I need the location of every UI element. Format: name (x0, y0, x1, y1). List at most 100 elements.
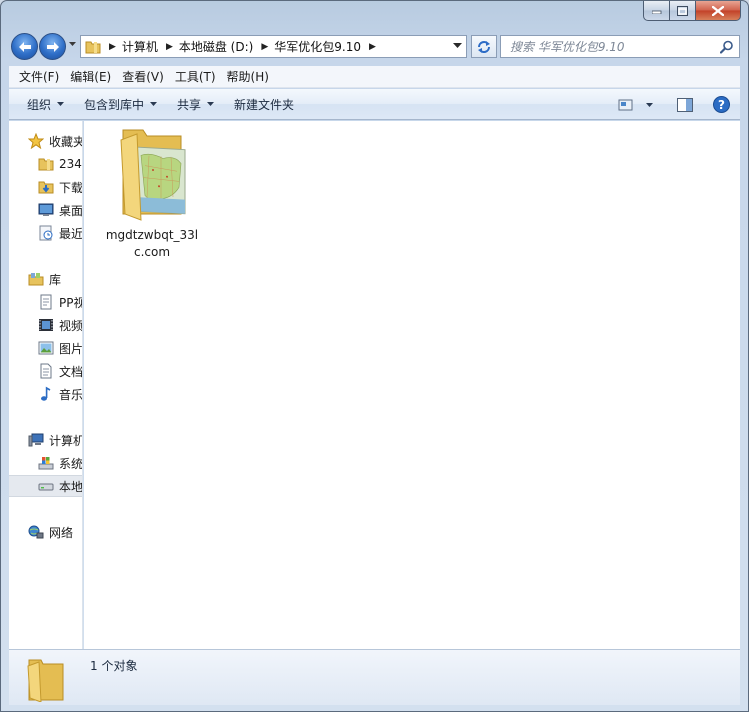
close-button[interactable] (696, 1, 741, 21)
nav-favorite-downloads[interactable]: 下载 (9, 176, 83, 198)
recent-places-icon (39, 225, 53, 241)
nav-favorite-234[interactable]: 234 (9, 153, 82, 175)
command-bar: 组织 包含到库中 共享 新建文件夹 ? (9, 89, 740, 120)
nav-label: 文档 (59, 364, 83, 379)
maximize-button[interactable] (670, 1, 696, 21)
minimize-button[interactable] (643, 1, 670, 21)
nav-label: 下载 (59, 180, 83, 195)
music-note-icon (41, 386, 51, 401)
file-item[interactable]: mgdtzwbqt_33lc.com (102, 124, 202, 261)
arrow-left-icon (18, 41, 31, 52)
library-icon (28, 273, 44, 286)
nav-library-pp[interactable]: PP视 (9, 291, 82, 313)
menu-view[interactable]: 查看(V) (117, 68, 169, 85)
minimize-icon (651, 10, 661, 14)
maximize-icon (677, 5, 688, 16)
picture-library-icon (38, 341, 54, 355)
star-icon (28, 133, 44, 149)
breadcrumb-drive-d[interactable]: ▶ 本地磁盘 (D:) (158, 38, 253, 55)
explorer-window: ▶ 计算机 ▶ 本地磁盘 (D:) ▶ 华军优化包9.10 ▶ 搜索 华军优化包… (0, 0, 749, 712)
search-box[interactable]: 搜索 华军优化包9.10 (500, 35, 740, 58)
arrow-right-icon (46, 41, 59, 52)
nav-label: 网络 (49, 525, 74, 540)
nav-label: 音乐 (59, 387, 83, 402)
recent-pages-dropdown-icon[interactable] (69, 42, 76, 47)
refresh-icon (478, 40, 490, 53)
nav-label: 计算机 (49, 433, 83, 448)
nav-favorite-desktop[interactable]: 桌面 (9, 199, 83, 221)
chevron-right-icon[interactable]: ▶ (166, 42, 173, 52)
search-input[interactable]: 搜索 华军优化包9.10 (510, 38, 625, 55)
nav-libraries[interactable]: 库 (9, 268, 82, 290)
menu-bar: 文件(F) 编辑(E) 查看(V) 工具(T) 帮助(H) (9, 66, 740, 88)
new-folder-button[interactable]: 新建文件夹 (224, 89, 304, 119)
file-list: mgdtzwbqt_33lc.com (84, 121, 740, 649)
navigation-pane: 收藏夹 234 下载 桌面 最近 库 PP视 视频 图片 文档 音乐 计算机 系… (9, 121, 83, 649)
nav-library-documents[interactable]: 文档 (9, 360, 83, 382)
computer-icon (28, 433, 44, 447)
file-name-label[interactable]: mgdtzwbqt_33lc.com (102, 227, 202, 261)
view-icon (618, 99, 633, 110)
forward-button[interactable] (39, 33, 66, 60)
video-library-icon (39, 319, 53, 331)
folder-icon (27, 659, 64, 702)
nav-label: 系统 (59, 456, 83, 471)
nav-favorites[interactable]: 收藏夹 (9, 130, 83, 152)
back-button[interactable] (11, 33, 38, 60)
nav-label: 桌面 (59, 203, 83, 218)
breadcrumb-current-folder[interactable]: ▶ 华军优化包9.10 ▶ (253, 38, 382, 55)
preview-pane-icon (677, 97, 693, 112)
folder-icon (85, 41, 101, 53)
preview-pane-button[interactable] (677, 97, 693, 112)
nav-library-videos[interactable]: 视频 (9, 314, 82, 336)
nav-library-music[interactable]: 音乐 (9, 383, 83, 405)
organize-label: 组织 (27, 97, 52, 112)
organize-button[interactable]: 组织 (9, 89, 74, 119)
details-pane: 1 个对象 (9, 649, 740, 705)
nav-favorite-recent[interactable]: 最近 (9, 222, 83, 244)
breadcrumb-label[interactable]: 本地磁盘 (D:) (179, 38, 253, 55)
network-icon (28, 525, 44, 539)
menu-edit[interactable]: 编辑(E) (65, 68, 116, 85)
refresh-button[interactable] (471, 35, 497, 58)
download-folder-icon (38, 181, 54, 194)
map-folder-icon (120, 129, 186, 221)
address-history-dropdown-icon[interactable] (453, 43, 462, 49)
include-in-library-label: 包含到库中 (84, 97, 145, 112)
include-in-library-button[interactable]: 包含到库中 (74, 89, 167, 119)
nav-label: 最近 (59, 226, 83, 241)
menu-tools[interactable]: 工具(T) (170, 68, 221, 85)
nav-computer-local-disk-d[interactable]: 本地 (9, 475, 82, 497)
nav-computer-system-drive[interactable]: 系统 (9, 452, 83, 474)
svg-text:?: ? (718, 98, 725, 112)
document-library-icon (40, 294, 52, 310)
address-bar[interactable]: ▶ 计算机 ▶ 本地磁盘 (D:) ▶ 华军优化包9.10 ▶ (80, 35, 467, 58)
hard-drive-icon (38, 483, 54, 491)
folder-icon (38, 158, 54, 171)
chevron-down-icon (57, 102, 65, 106)
menu-help[interactable]: 帮助(H) (222, 68, 274, 85)
chevron-right-icon[interactable]: ▶ (109, 42, 116, 52)
close-icon (712, 5, 724, 16)
search-icon[interactable] (720, 40, 734, 54)
breadcrumb-label[interactable]: 计算机 (122, 38, 158, 55)
share-label: 共享 (177, 97, 202, 112)
address-row: ▶ 计算机 ▶ 本地磁盘 (D:) ▶ 华军优化包9.10 ▶ 搜索 华军优化包… (9, 32, 740, 62)
chevron-right-icon[interactable]: ▶ (261, 42, 268, 52)
chevron-right-icon[interactable]: ▶ (369, 42, 376, 52)
breadcrumb-label[interactable]: 华军优化包9.10 (274, 38, 361, 55)
breadcrumb-computer[interactable]: ▶ 计算机 (101, 38, 158, 55)
share-button[interactable]: 共享 (167, 89, 224, 119)
nav-computer[interactable]: 计算机 (9, 429, 83, 451)
item-count: 1 个对象 (90, 659, 138, 673)
nav-label: 库 (49, 272, 62, 287)
change-view-button[interactable] (618, 99, 653, 111)
nav-network[interactable]: 网络 (9, 521, 82, 543)
help-button[interactable]: ? (713, 96, 730, 113)
nav-library-pictures[interactable]: 图片 (9, 337, 82, 359)
nav-label: 收藏夹 (49, 134, 83, 149)
nav-label: 234 (59, 157, 82, 171)
menu-file[interactable]: 文件(F) (14, 68, 64, 85)
document-icon (40, 363, 52, 379)
chevron-down-icon (646, 102, 653, 107)
